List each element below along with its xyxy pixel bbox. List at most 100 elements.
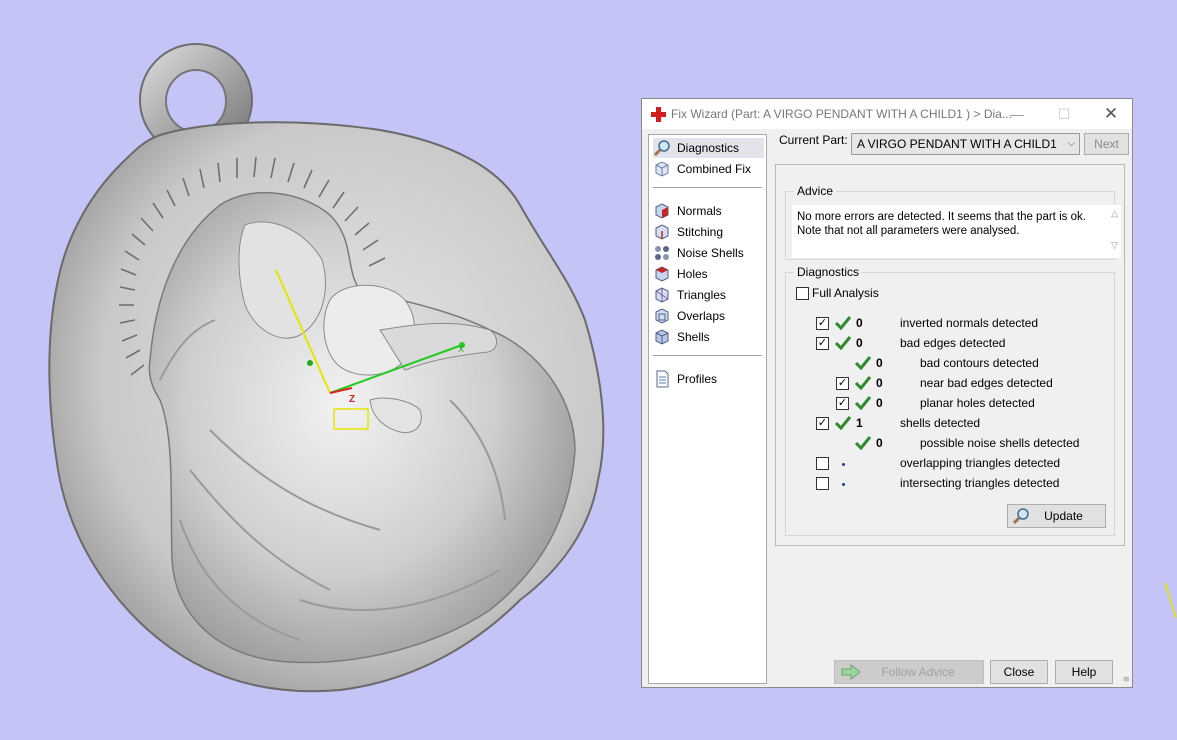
axis-x-label: X: [458, 344, 464, 354]
nav-item-profiles[interactable]: Profiles: [653, 369, 764, 389]
nav-item-combined-fix[interactable]: Combined Fix: [653, 159, 764, 179]
row-label: possible noise shells detected: [920, 436, 1080, 450]
green-check-icon: [834, 416, 852, 431]
row-label: shells detected: [900, 416, 981, 430]
diagnostics-title: Diagnostics: [794, 265, 863, 279]
axis-fragment: [1164, 582, 1177, 619]
axis-z-label: Z: [349, 394, 355, 405]
current-part-select[interactable]: A VIRGO PENDANT WITH A CHILD1 ⌵: [851, 133, 1080, 155]
nav-label: Overlaps: [677, 309, 726, 323]
fix-wizard-dialog: Fix Wizard (Part: A VIRGO PENDANT WITH A…: [641, 98, 1133, 688]
not-analysed-dot-icon: [842, 483, 845, 486]
row-count: 0: [856, 316, 863, 330]
nav-item-triangles[interactable]: Triangles: [653, 285, 764, 305]
row-count: 0: [876, 356, 883, 370]
nav-item-stitching[interactable]: Stitching: [653, 222, 764, 242]
advice-group: Advice No more errors are detected. It s…: [785, 184, 1121, 260]
row-label: inverted normals detected: [900, 316, 1039, 330]
row-count: 1: [856, 416, 863, 430]
chevron-down-icon: ⌵: [1067, 138, 1075, 149]
full-analysis-checkbox[interactable]: [796, 287, 809, 300]
advice-title: Advice: [794, 184, 837, 198]
current-part-value: A VIRGO PENDANT WITH A CHILD1: [857, 137, 1057, 151]
nav-label: Normals: [677, 204, 722, 218]
help-button[interactable]: Help: [1055, 660, 1113, 684]
row-checkbox[interactable]: ✓: [816, 337, 829, 350]
green-check-icon: [834, 336, 852, 351]
diagnostics-panel: Advice No more errors are detected. It s…: [775, 164, 1125, 546]
row-count: 0: [876, 396, 883, 410]
nav-label: Shells: [677, 330, 710, 344]
row-label: near bad edges detected: [920, 376, 1053, 390]
update-label: Update: [1044, 509, 1083, 523]
window-title: Fix Wizard (Part: A VIRGO PENDANT WITH A…: [671, 107, 1012, 121]
advice-line-1: No more errors are detected. It seems th…: [797, 211, 1086, 223]
shells-cube-icon: [655, 329, 669, 345]
arrow-right-icon: [841, 664, 861, 680]
3d-viewport[interactable]: Z X: [0, 0, 640, 740]
normals-cube-icon: [655, 203, 669, 219]
document-icon: [656, 370, 669, 388]
row-count: 0: [876, 436, 883, 450]
nav-label: Profiles: [677, 372, 718, 386]
nav-item-shells[interactable]: Shells: [653, 327, 764, 347]
noise-shells-icon: [655, 246, 669, 260]
magnifier-icon: [653, 140, 670, 157]
row-label: bad edges detected: [900, 336, 1006, 350]
magnifier-icon: [1012, 508, 1029, 525]
update-button[interactable]: Update: [1007, 504, 1106, 528]
nav-label: Diagnostics: [677, 141, 740, 155]
advice-line-2: Note that not all parameters were analys…: [797, 225, 1020, 237]
nav-item-diagnostics[interactable]: Diagnostics: [653, 138, 764, 158]
green-check-icon: [854, 436, 872, 451]
row-checkbox[interactable]: ✓: [836, 397, 849, 410]
row-checkbox[interactable]: ✓: [816, 317, 829, 330]
cube-icon: [655, 161, 669, 177]
red-cross-icon: [651, 107, 666, 122]
close-button[interactable]: Close: [990, 660, 1048, 684]
row-checkbox[interactable]: ✓: [816, 417, 829, 430]
nav-item-normals[interactable]: Normals: [653, 201, 764, 221]
nav-divider: [653, 355, 762, 356]
triangles-cube-icon: [655, 287, 669, 303]
row-checkbox[interactable]: ✓: [836, 377, 849, 390]
follow-advice-label: Follow Advice: [881, 665, 955, 679]
nav-item-noise-shells[interactable]: Noise Shells: [653, 243, 764, 263]
next-button[interactable]: Next: [1084, 133, 1129, 155]
diagnostics-group: Diagnostics Full Analysis ✓ 0 inverted n…: [785, 265, 1115, 536]
nav-label: Holes: [677, 267, 708, 281]
stitching-cube-icon: [655, 224, 669, 240]
resize-grip-icon[interactable]: ≑: [1122, 674, 1130, 685]
close-window-button[interactable]: ✕: [1094, 102, 1128, 126]
scroll-down-icon[interactable]: ▽: [1111, 240, 1118, 251]
nav-label: Triangles: [677, 288, 726, 302]
nav-label: Combined Fix: [677, 162, 752, 176]
row-label: overlapping triangles detected: [900, 456, 1061, 470]
nav-label: Stitching: [677, 225, 724, 239]
row-label: planar holes detected: [920, 396, 1035, 410]
scroll-up-icon[interactable]: △: [1111, 208, 1118, 219]
row-label: intersecting triangles detected: [900, 476, 1060, 490]
not-analysed-dot-icon: [842, 463, 845, 466]
green-check-icon: [834, 316, 852, 331]
nav-item-holes[interactable]: Holes: [653, 264, 764, 284]
advice-textbox: No more errors are detected. It seems th…: [792, 205, 1121, 258]
green-check-icon: [854, 376, 872, 391]
overlaps-cube-icon: [655, 308, 669, 324]
row-count: 0: [876, 376, 883, 390]
full-analysis-label: Full Analysis: [812, 286, 879, 300]
wizard-nav-list: Diagnostics Combined Fix Normals Stitchi…: [648, 134, 767, 684]
green-check-icon: [854, 396, 872, 411]
nav-item-overlaps[interactable]: Overlaps: [653, 306, 764, 326]
green-check-icon: [854, 356, 872, 371]
row-label: bad contours detected: [920, 356, 1039, 370]
row-checkbox[interactable]: [816, 457, 829, 470]
follow-advice-button[interactable]: Follow Advice: [834, 660, 984, 684]
minimize-button[interactable]: —: [1000, 102, 1034, 126]
maximize-button[interactable]: ☐: [1047, 102, 1081, 126]
title-bar[interactable]: Fix Wizard (Part: A VIRGO PENDANT WITH A…: [642, 99, 1132, 129]
nav-divider: [653, 187, 762, 188]
nav-label: Noise Shells: [677, 246, 744, 260]
row-checkbox[interactable]: [816, 477, 829, 490]
holes-cube-icon: [655, 266, 669, 282]
